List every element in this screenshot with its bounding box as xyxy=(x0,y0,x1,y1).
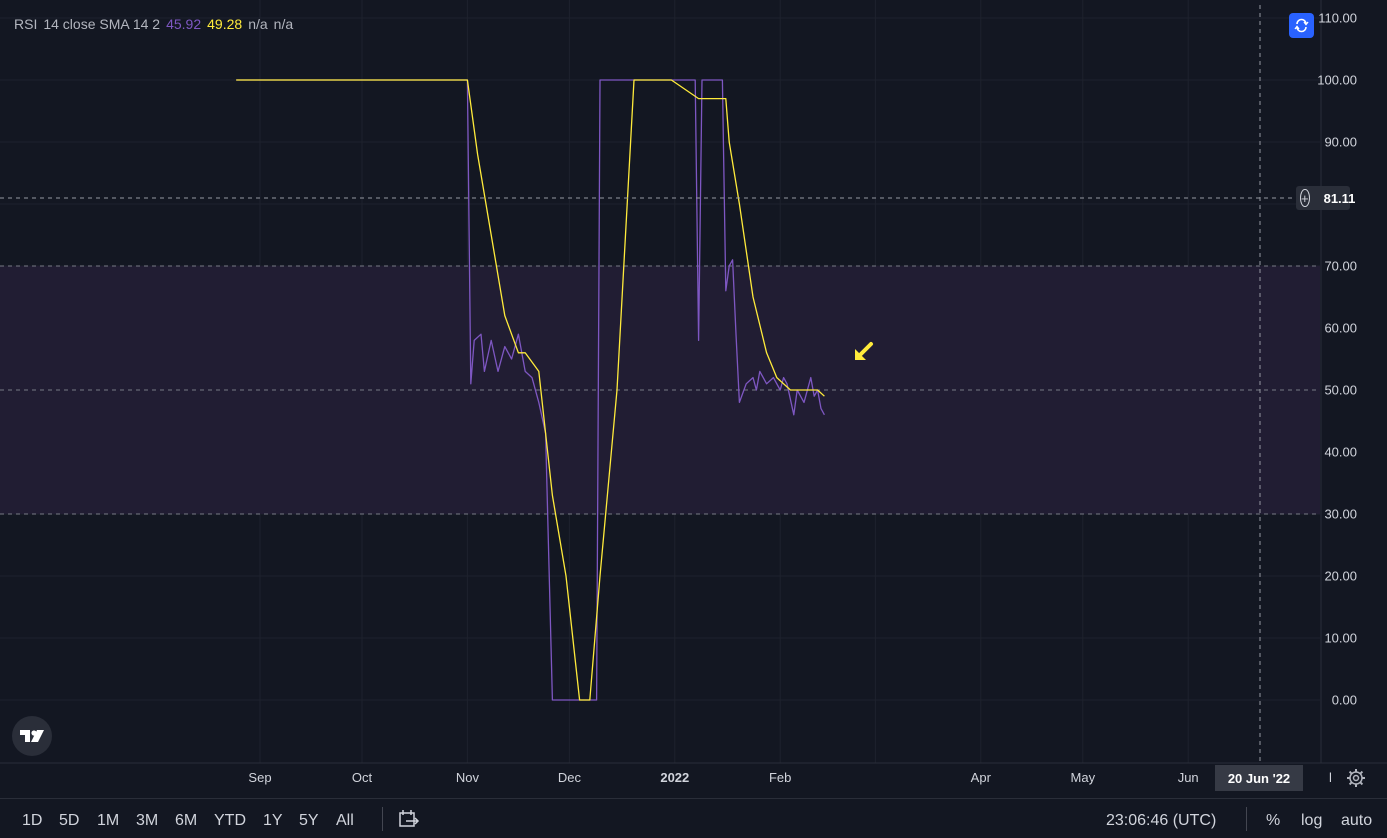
toolbar-divider xyxy=(382,807,383,831)
y-tick-label: 70.00 xyxy=(1324,258,1357,274)
period-button-6m[interactable]: 6M xyxy=(175,812,197,830)
legend-rsi-value: 45.92 xyxy=(166,16,202,32)
arrow-icon xyxy=(855,342,873,360)
time-axis-partial-label: l xyxy=(1329,770,1332,785)
toolbar-divider xyxy=(1246,807,1247,831)
y-tick-label: 100.00 xyxy=(1317,72,1357,88)
plus-circle-icon[interactable]: + xyxy=(1300,189,1310,207)
legend-label: RSI xyxy=(14,16,38,32)
y-tick-label: 60.00 xyxy=(1324,320,1357,336)
log-toggle[interactable]: log xyxy=(1301,812,1322,830)
period-button-5y[interactable]: 5Y xyxy=(299,812,319,830)
x-tick-label: Sep xyxy=(248,770,272,785)
y-tick-label: 90.00 xyxy=(1324,134,1357,150)
period-button-1d[interactable]: 1D xyxy=(22,812,42,830)
x-tick-label: Oct xyxy=(351,770,373,785)
x-tick-label: 2022 xyxy=(660,770,690,785)
period-button-all[interactable]: All xyxy=(336,812,354,830)
date-range-icon[interactable] xyxy=(398,809,420,834)
crosshair-date-label: 20 Jun '22 xyxy=(1215,765,1303,791)
y-tick-label: 0.00 xyxy=(1331,692,1357,708)
legend-params: 14 close SMA 14 2 xyxy=(43,16,161,32)
period-button-ytd[interactable]: YTD xyxy=(214,812,246,830)
y-tick-label: 20.00 xyxy=(1324,568,1357,584)
indicator-legend[interactable]: RSI 14 close SMA 14 2 45.92 49.28 n/a n/a xyxy=(14,16,299,32)
period-button-5d[interactable]: 5D xyxy=(59,812,79,830)
legend-sma-value: 49.28 xyxy=(207,16,243,32)
legend-na-2: n/a xyxy=(273,16,294,32)
tradingview-logo-icon[interactable] xyxy=(12,716,52,756)
percent-toggle[interactable]: % xyxy=(1266,812,1280,830)
y-tick-label: 110.00 xyxy=(1318,10,1357,26)
y-tick-label: 10.00 xyxy=(1324,630,1357,646)
plot-area[interactable] xyxy=(0,0,1387,837)
crosshair-price-value: 81.11 xyxy=(1323,190,1356,206)
auto-toggle[interactable]: auto xyxy=(1341,812,1372,830)
x-tick-label: Dec xyxy=(557,770,581,785)
x-tick-label: Jun xyxy=(1177,770,1199,785)
y-tick-label: 30.00 xyxy=(1324,506,1357,522)
y-tick-label: 50.00 xyxy=(1324,382,1357,398)
x-tick-label: Feb xyxy=(768,770,792,785)
x-tick-label: May xyxy=(1070,770,1096,785)
y-tick-label: 40.00 xyxy=(1324,444,1357,460)
period-button-1y[interactable]: 1Y xyxy=(263,812,283,830)
rsi-band xyxy=(0,265,1320,515)
x-tick-label: Nov xyxy=(455,770,479,785)
clock-timezone[interactable]: 23:06:46 (UTC) xyxy=(1106,812,1216,830)
x-tick-label: Apr xyxy=(970,770,991,785)
period-button-1m[interactable]: 1M xyxy=(97,812,119,830)
bottom-toolbar: 1D 5D 1M 3M 6M YTD 1Y 5Y All 23:06:46 (UTC) % lo… xyxy=(0,798,1387,838)
period-button-3m[interactable]: 3M xyxy=(136,812,158,830)
gear-icon[interactable] xyxy=(1345,767,1367,794)
legend-na-1: n/a xyxy=(248,16,268,32)
crosshair-price-label[interactable]: + 81.11 xyxy=(1296,186,1355,210)
